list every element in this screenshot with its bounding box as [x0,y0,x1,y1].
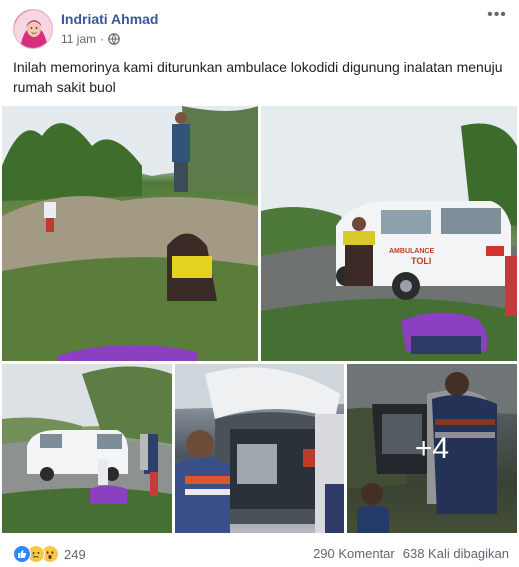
shares-count-link[interactable]: 638 Kali dibagikan [403,546,509,561]
photo-5[interactable]: +4 [347,364,517,533]
avatar[interactable] [13,9,53,49]
more-photos-count: +4 [414,431,450,465]
like-icon [13,545,31,563]
post-header: Indriati Ahmad 11 jam · ••• [0,0,519,52]
photo-3[interactable] [2,364,172,533]
svg-text:AMBULANCE: AMBULANCE [389,248,434,255]
meta-separator: · [100,32,105,46]
photo-3-scene [2,364,172,533]
post-footer: 249 290 Komentar 638 Kali dibagikan [0,536,519,567]
post-stats: 290 Komentar 638 Kali dibagikan [313,546,509,561]
photo-1-scene [2,106,258,361]
photo-2[interactable]: AMBULANCE TOLI [261,106,517,361]
comments-count-link[interactable]: 290 Komentar [313,546,395,561]
post-caption: Inilah memorinya kami diturunkan ambulac… [13,59,503,95]
photo-2-scene: AMBULANCE TOLI [261,106,517,361]
reaction-count: 249 [64,546,86,562]
facebook-post: Indriati Ahmad 11 jam · ••• Inilah memor… [0,0,519,567]
photo-4-scene [175,364,344,533]
avatar-portrait [14,10,52,48]
post-meta: 11 jam · [61,32,120,46]
post-time[interactable]: 11 jam [61,32,96,46]
photo-4[interactable] [175,364,344,533]
author-name[interactable]: Indriati Ahmad [61,11,159,27]
photo-1[interactable] [2,106,258,361]
reactions-summary[interactable]: 249 [13,545,86,563]
globe-icon[interactable] [108,33,120,45]
svg-text:TOLI: TOLI [411,256,431,266]
more-photos-overlay[interactable]: +4 [347,364,517,533]
more-options-button[interactable]: ••• [487,7,507,26]
